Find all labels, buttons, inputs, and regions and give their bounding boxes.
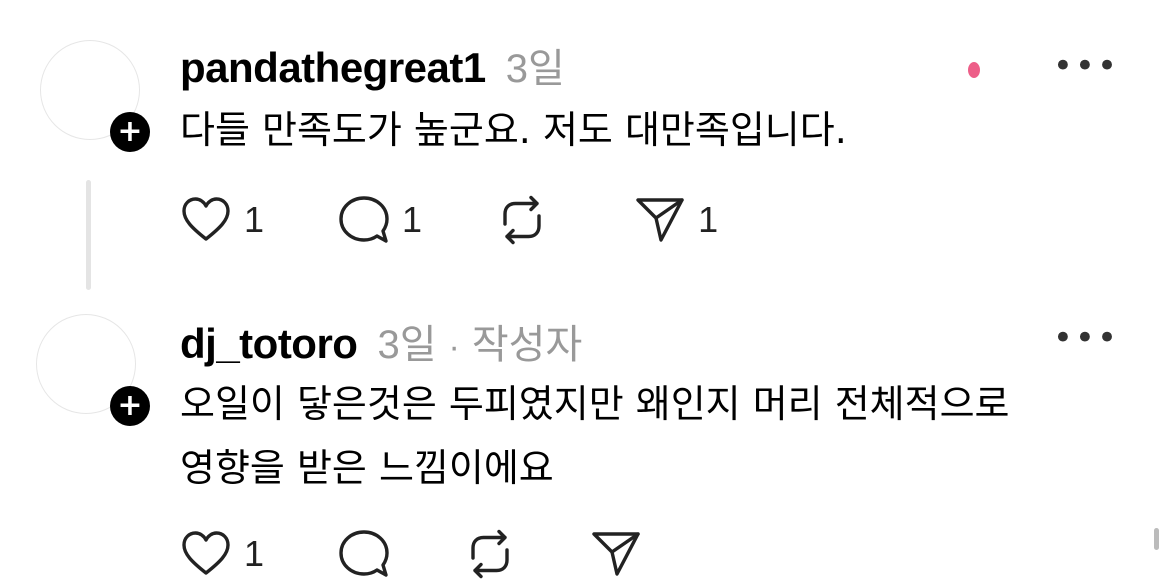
action-bar: 1 xyxy=(180,528,716,580)
post-header: pandathegreat1 3일 xyxy=(180,36,565,94)
share-button[interactable]: 1 xyxy=(634,194,718,246)
author-badge: 작성자 xyxy=(471,323,583,367)
post-header: dj_totoro 3일 · 작성자 xyxy=(180,312,582,370)
like-count: 1 xyxy=(244,199,265,240)
scrollbar[interactable] xyxy=(1154,528,1159,550)
action-bar: 1 1 1 xyxy=(180,194,792,246)
more-options-button[interactable]: ••• xyxy=(1053,46,1119,86)
post-body: 오일이 닿은것은 두피였지만 왜인지 머리 전체적으로 영향을 받은 느낌이에요 xyxy=(180,372,1120,500)
post-body-line: 영향을 받은 느낌이에요 xyxy=(180,446,554,490)
post-dj-totoro: + dj_totoro 3일 · 작성자 ••• 오일이 닿은것은 두피였지만 … xyxy=(0,300,1169,579)
follow-plus-icon[interactable]: + xyxy=(110,386,150,426)
separator-dot: · xyxy=(448,328,460,366)
share-button[interactable] xyxy=(590,528,642,580)
username[interactable]: dj_totoro xyxy=(180,320,358,368)
repost-icon xyxy=(503,195,541,245)
more-options-button[interactable]: ••• xyxy=(1053,318,1119,358)
timestamp: 3일 xyxy=(377,323,437,367)
comment-count: 1 xyxy=(402,199,423,240)
send-icon xyxy=(636,198,684,242)
heart-icon xyxy=(182,531,230,575)
like-button[interactable]: 1 xyxy=(180,194,264,246)
comment-bubble-icon xyxy=(339,196,389,243)
like-button[interactable]: 1 xyxy=(180,528,264,580)
send-icon xyxy=(592,532,640,576)
like-count: 1 xyxy=(244,533,265,574)
username[interactable]: pandathegreat1 xyxy=(180,44,486,92)
post-body-line: 오일이 닿은것은 두피였지만 왜인지 머리 전체적으로 xyxy=(180,382,1010,426)
share-count: 1 xyxy=(698,199,719,240)
post-body: 다들 만족도가 높군요. 저도 대만족입니다. xyxy=(180,108,847,152)
comment-button[interactable] xyxy=(338,528,390,580)
repost-button[interactable] xyxy=(496,194,560,246)
post-pandathegreat1: + pandathegreat1 3일 ••• 다들 만족도가 높군요. 저도 … xyxy=(0,0,1169,300)
status-dot xyxy=(968,62,980,78)
repost-icon xyxy=(471,529,509,579)
thread-line xyxy=(86,180,91,290)
follow-plus-icon[interactable]: + xyxy=(110,112,150,152)
comment-bubble-icon xyxy=(339,530,389,577)
heart-icon xyxy=(182,197,230,241)
timestamp: 3일 xyxy=(505,47,565,91)
comment-button[interactable]: 1 xyxy=(338,194,422,246)
repost-button[interactable] xyxy=(464,528,516,580)
